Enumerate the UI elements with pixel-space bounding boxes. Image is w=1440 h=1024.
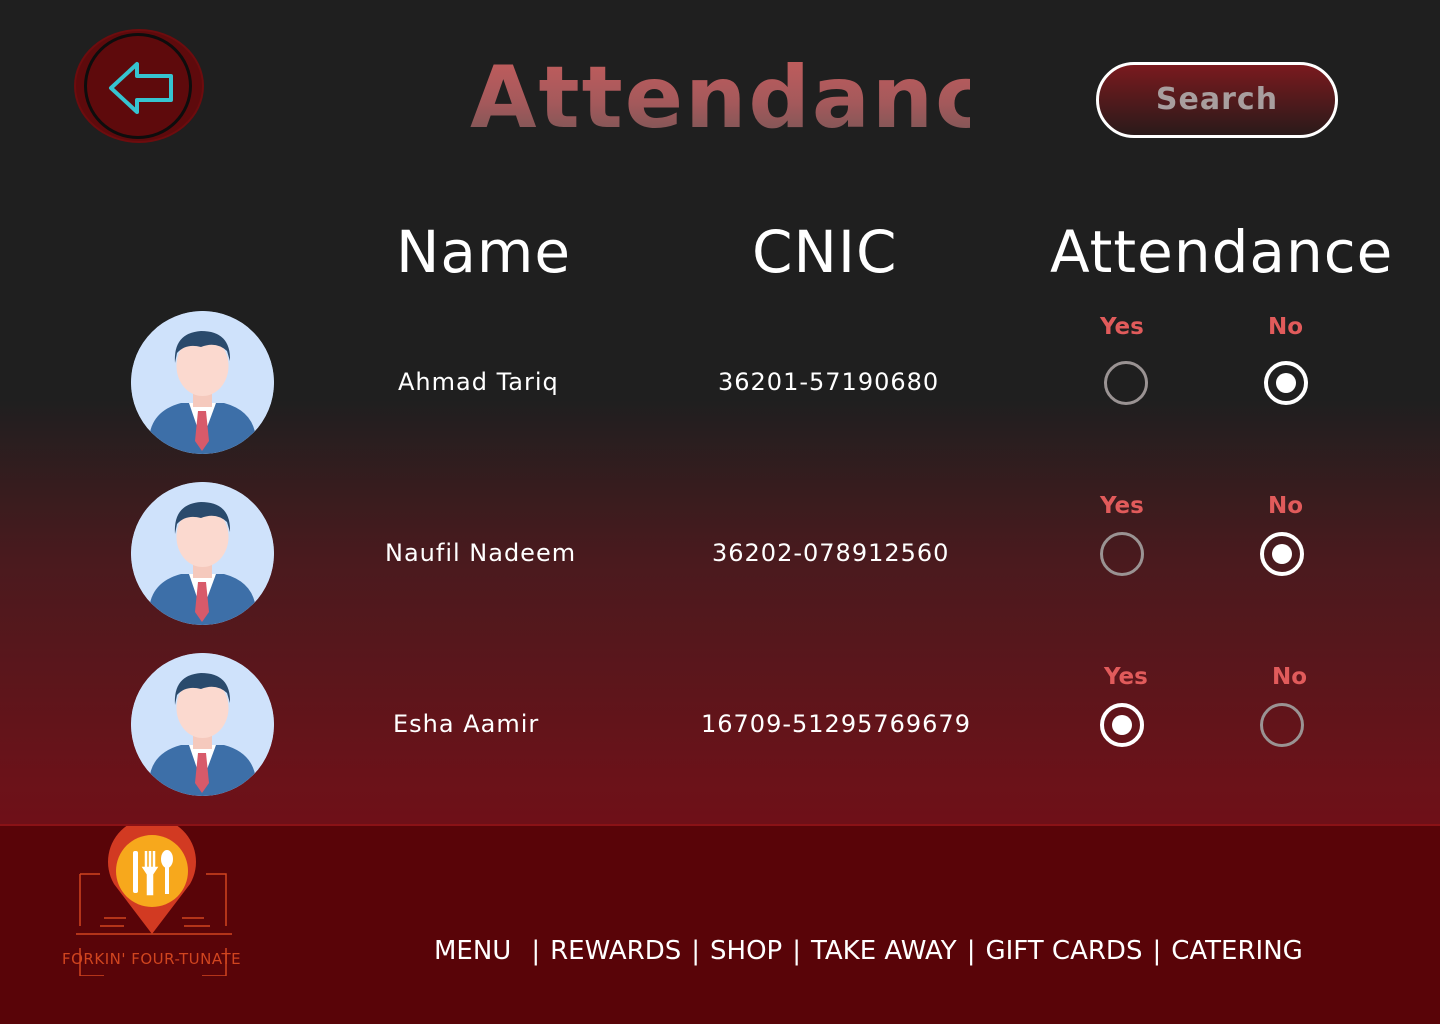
attendance-no-radio[interactable]: [1260, 532, 1304, 576]
no-label: No: [1272, 664, 1308, 690]
nav-shop[interactable]: SHOP: [710, 936, 782, 966]
no-label: No: [1268, 493, 1304, 519]
nav-menu[interactable]: MENU: [434, 936, 511, 966]
nav-catering[interactable]: CATERING: [1171, 936, 1303, 966]
employee-cnic: 36201-57190680: [718, 368, 940, 396]
attendance-yes-radio[interactable]: [1104, 361, 1148, 405]
person-avatar-icon: [131, 482, 274, 625]
avatar: [131, 311, 274, 454]
employee-name: Ahmad Tariq: [398, 368, 559, 396]
brand-name: FORKIN' FOUR-TUNATE: [62, 950, 242, 968]
back-button[interactable]: [76, 31, 202, 141]
avatar: [131, 653, 274, 796]
yes-label: Yes: [1104, 664, 1148, 690]
employee-cnic: 16709-51295769679: [701, 710, 971, 738]
employee-name: Esha Aamir: [393, 710, 540, 738]
person-avatar-icon: [131, 311, 274, 454]
column-header-cnic: CNIC: [752, 218, 898, 286]
column-header-name: Name: [396, 218, 572, 286]
search-button[interactable]: Search: [1096, 62, 1338, 138]
back-arrow-icon: [109, 62, 173, 114]
column-header-attendance: Attendance: [1050, 218, 1394, 286]
person-avatar-icon: [131, 653, 274, 796]
avatar: [131, 482, 274, 625]
yes-label: Yes: [1100, 314, 1144, 340]
nav-rewards[interactable]: REWARDS: [550, 936, 681, 966]
attendance-no-radio[interactable]: [1264, 361, 1308, 405]
nav-gift-cards[interactable]: GIFT CARDS: [985, 936, 1142, 966]
no-label: No: [1268, 314, 1304, 340]
attendance-yes-radio[interactable]: [1100, 703, 1144, 747]
attendance-yes-radio[interactable]: [1100, 532, 1144, 576]
yes-label: Yes: [1100, 493, 1144, 519]
footer-nav: MENU | REWARDS | SHOP | TAKE AWAY | GIFT CARDS | C…: [434, 936, 1303, 966]
employee-cnic: 36202-078912560: [712, 539, 950, 567]
employee-name: Naufil Nadeem: [385, 539, 577, 567]
nav-take-away[interactable]: TAKE AWAY: [811, 936, 957, 966]
page-title: Attendance: [470, 48, 1049, 148]
attendance-no-radio[interactable]: [1260, 703, 1304, 747]
